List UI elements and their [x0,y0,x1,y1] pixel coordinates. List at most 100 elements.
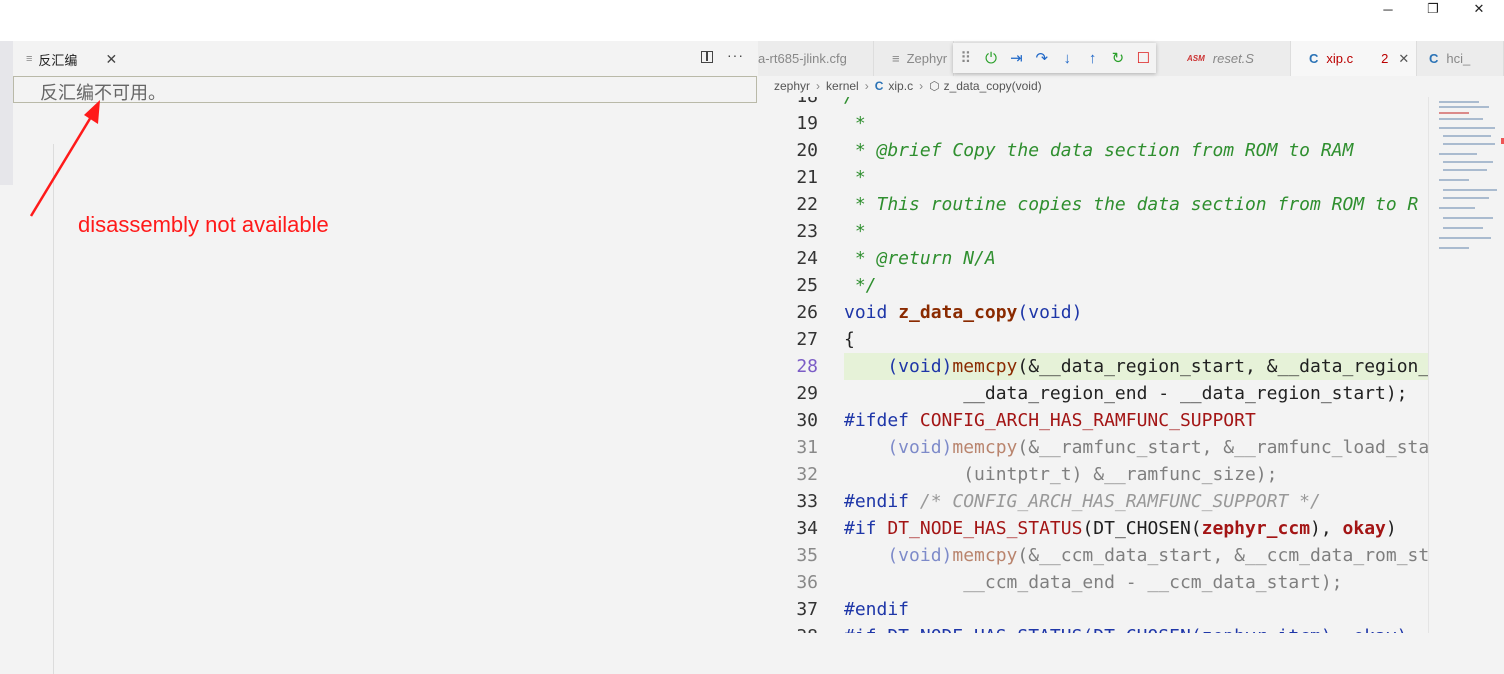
minimap-line [1443,227,1483,229]
chevron-right-icon: › [864,79,869,93]
code-line: 18 / [758,97,1428,110]
code-line: 20 * @brief Copy the data section from R… [758,137,1428,164]
code-function: memcpy [952,545,1018,566]
line-number: 18 [758,97,818,110]
step-over-icon[interactable]: ↷ [1029,49,1054,67]
minimap-line [1443,161,1493,163]
code-macro: DT_NODE_HAS_STATUS [887,518,1083,539]
line-number: 20 [796,140,818,161]
code-macro-arg: okay [1342,518,1386,539]
breadcrumb-kernel[interactable]: kernel [826,79,859,93]
minimap-line [1443,197,1489,199]
code-line: 30 #ifdef CONFIG_ARCH_HAS_RAMFUNC_SUPPORT [758,407,1428,434]
code-directive: #ifdef [844,410,920,431]
tab-hci-label: hci_ [1446,51,1471,66]
line-number: 21 [796,167,818,188]
drag-handle-icon[interactable]: ⠿ [953,49,978,67]
line-number: 33 [796,491,818,512]
annotation-arrow [29,100,100,217]
editor-tab-bar: a-rt685-jlink.cfg ≡ Zephyr ASM reset.S C… [758,41,1504,76]
tab-hci[interactable]: C hci_ [1417,41,1504,76]
minimap-line [1439,106,1489,108]
code-text: #endif /* CONFIG_ARCH_HAS_RAMFUNC_SUPPOR… [844,488,1321,515]
line-number: 35 [796,545,818,566]
code-directive: #endif [844,491,920,512]
minimap-line [1439,118,1483,120]
code-line: 23 * [758,218,1428,245]
breadcrumb-file[interactable]: xip.c [888,79,913,93]
code-text: */ [844,275,877,296]
code-area[interactable]: 18 / 19 * 20 * @brief Copy the data secti… [758,97,1428,633]
split-editor-icon[interactable] [701,51,713,63]
code-text: * @return N/A [844,248,996,269]
code-line: 25 */ [758,272,1428,299]
tab-jlink-cfg[interactable]: a-rt685-jlink.cfg [758,41,874,76]
code-function: memcpy [952,437,1018,458]
minimap[interactable] [1428,97,1504,633]
document-icon: ≡ [892,51,900,66]
code-text: __data_region_end - __data_region_start)… [844,383,1408,404]
line-number: 28 [796,356,818,377]
pause-icon[interactable]: ⏻ [978,50,1003,67]
tab-reset-s[interactable]: ASM reset.S [1173,41,1291,76]
code-line: 22 * This routine copies the data sectio… [758,191,1428,218]
code-line: 32 (uintptr_t) &__ramfunc_size); [758,461,1428,488]
code-text: * [844,221,866,242]
line-number: 25 [796,275,818,296]
chevron-right-icon: › [816,79,821,93]
line-number: 37 [796,599,818,620]
step-into-icon[interactable]: ↓ [1055,50,1080,67]
code-line: 34 #if DT_NODE_HAS_STATUS(DT_CHOSEN(zephy… [758,515,1428,542]
line-number: 19 [796,113,818,134]
code-line: 21 * [758,164,1428,191]
code-cast: (void) [844,545,953,566]
code-text: (uintptr_t) &__ramfunc_size); [844,464,1278,485]
line-number: 26 [796,302,818,323]
asm-file-icon: ASM [1187,54,1205,63]
code-editor-pane: a-rt685-jlink.cfg ≡ Zephyr ASM reset.S C… [758,41,1504,633]
minimap-line [1443,217,1493,219]
minimap-line [1443,169,1487,171]
code-line: 19 * [758,110,1428,137]
cube-icon: ⬡ [929,79,940,93]
close-icon[interactable]: ✕ [1398,51,1409,67]
line-number: 34 [796,518,818,539]
tab-xip-c-label: xip.c [1326,51,1354,66]
minimap-line [1439,101,1479,103]
restore-button[interactable]: ❐ [1413,0,1453,18]
tab-zephyr[interactable]: ≡ Zephyr [874,41,954,76]
code-text: * [844,167,866,188]
stop-icon[interactable]: ☐ [1131,49,1156,67]
minimap-line [1443,135,1491,137]
minimap-line [1439,237,1491,239]
code-text: #endif [844,599,910,620]
continue-icon[interactable]: ⇥ [1004,49,1029,67]
breadcrumb-function[interactable]: z_data_copy(void) [944,79,1042,93]
code-line: 37 #endif [758,596,1428,623]
close-window-button[interactable]: ✕ [1459,0,1499,18]
line-number: 31 [796,437,818,458]
restart-icon[interactable]: ↻ [1105,49,1130,67]
code-line: 31 (void)memcpy(&__ramfunc_start, &__ram… [758,434,1428,461]
minimap-line [1439,112,1469,114]
minimize-button[interactable]: ─ [1368,0,1408,18]
code-function: z_data_copy [898,302,1018,323]
code-text: { [844,329,855,350]
code-text: * [844,113,866,134]
tab-xip-c[interactable]: C xip.c 2 ✕ [1291,41,1417,76]
more-actions-icon[interactable]: ··· [727,47,744,63]
line-number: 24 [796,248,818,269]
problem-count-badge: 2 [1381,51,1389,66]
code-text: #ifdef CONFIG_ARCH_HAS_RAMFUNC_SUPPORT [844,407,1256,434]
code-text: / [844,97,855,110]
code-keyword: void [844,302,899,323]
tab-reset-s-label: reset.S [1212,51,1254,66]
code-directive: #if [844,518,888,539]
breadcrumb-zephyr[interactable]: zephyr [774,79,810,93]
minimap-line [1443,189,1497,191]
line-number: 30 [796,410,818,431]
step-out-icon[interactable]: ↑ [1080,50,1105,67]
code-cast: (void) [844,356,953,377]
code-function: memcpy [952,356,1018,377]
code-text: * This routine copies the data section f… [844,194,1419,215]
